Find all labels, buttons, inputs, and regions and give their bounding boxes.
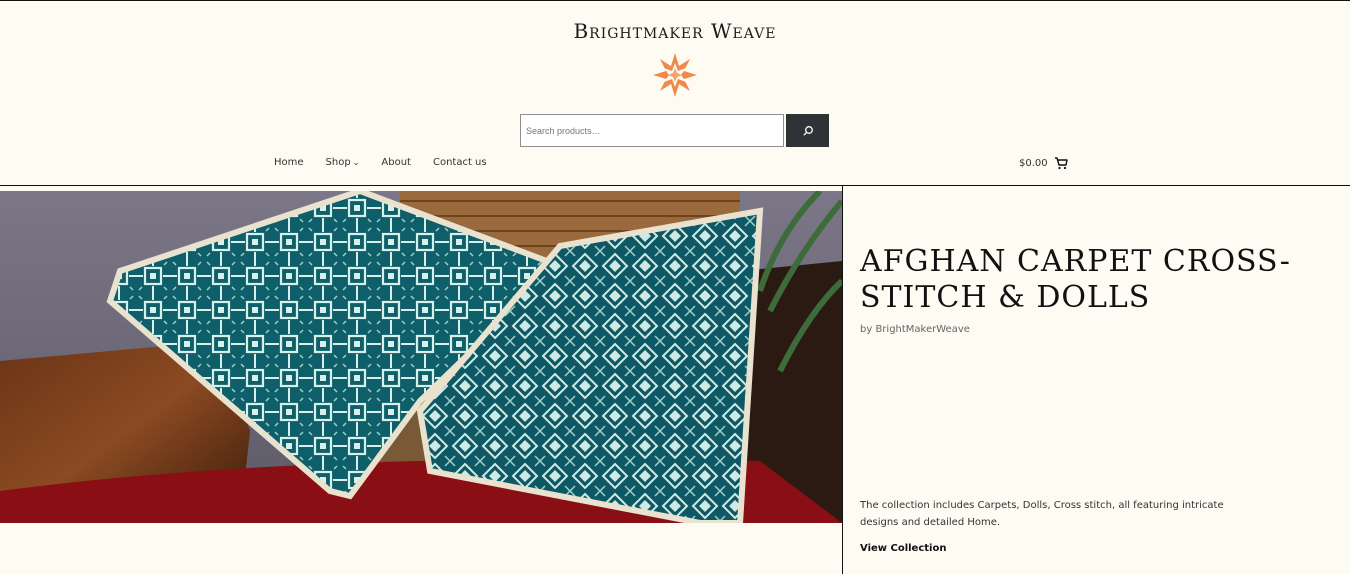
- product-title: AFGHAN CARPET CROSS-STITCH & DOLLS: [860, 244, 1291, 315]
- cart-total: $0.00: [1019, 157, 1048, 169]
- search-input[interactable]: [520, 114, 784, 147]
- search-icon: [802, 125, 813, 136]
- nav-item-shop[interactable]: Shop ⌄: [326, 157, 360, 168]
- view-collection-link[interactable]: View Collection: [860, 543, 946, 554]
- nav-item-contact[interactable]: Contact us: [433, 157, 487, 168]
- product-description: The collection includes Carpets, Dolls, …: [860, 500, 1224, 528]
- cart-icon: [1054, 157, 1068, 170]
- hero-image: [0, 191, 842, 523]
- search-button[interactable]: [786, 114, 829, 147]
- top-border: [0, 0, 1350, 1]
- site-title[interactable]: Brightmaker Weave: [0, 19, 1350, 43]
- pillows-photo: [0, 191, 842, 523]
- product-byline: by BrightMakerWeave: [860, 324, 970, 335]
- mini-cart[interactable]: $0.00: [1019, 156, 1068, 170]
- nav-item-label: Shop: [325, 157, 351, 168]
- nav-item-home[interactable]: Home: [274, 157, 304, 168]
- nav-item-about[interactable]: About: [381, 157, 411, 168]
- nav-item-label: Contact us: [432, 157, 487, 168]
- header-divider: [0, 185, 1350, 186]
- main-nav: Home Shop ⌄ About Contact us: [274, 157, 509, 168]
- nav-item-label: About: [381, 157, 411, 168]
- nav-item-label: Home: [274, 157, 304, 168]
- chevron-down-icon: ⌄: [352, 158, 360, 167]
- column-divider: [842, 186, 843, 574]
- logo-star-icon[interactable]: [652, 52, 698, 98]
